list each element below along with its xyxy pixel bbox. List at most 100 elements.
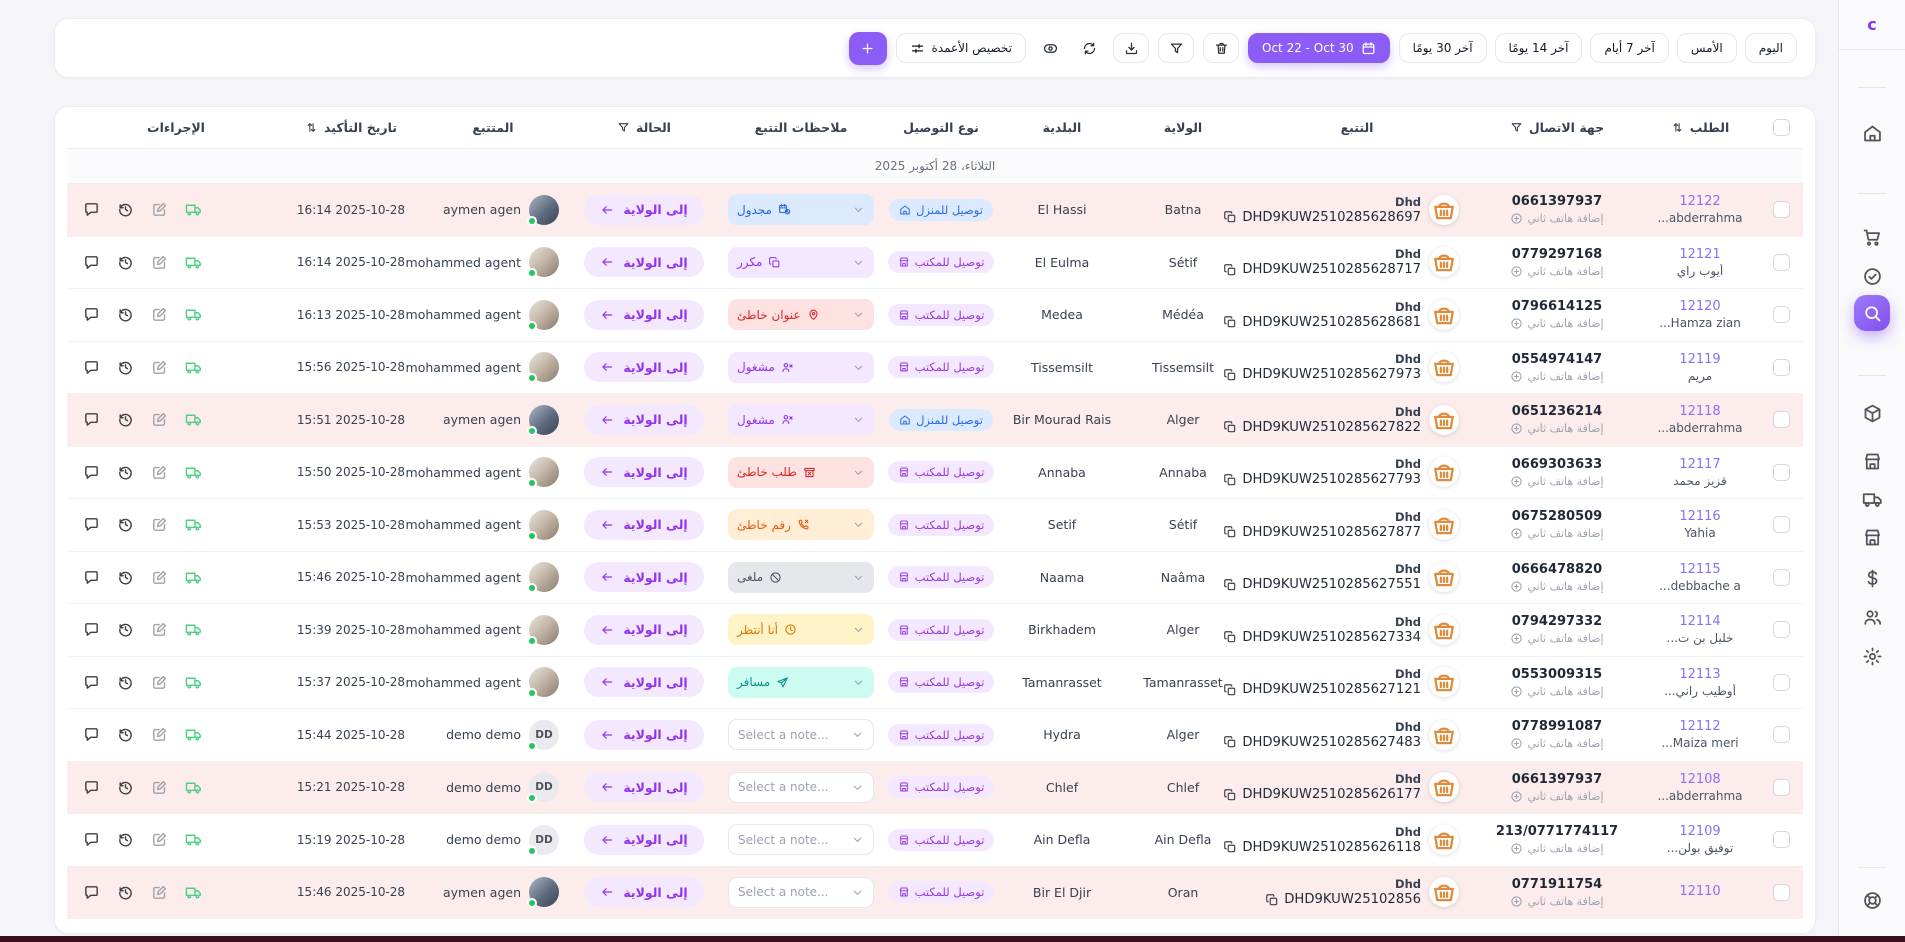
edit-action-icon[interactable] [151, 831, 168, 848]
history-action-icon[interactable] [117, 201, 134, 218]
note-dropdown[interactable]: رقم خاطئ [728, 509, 874, 540]
sidebar-item-check-circle[interactable] [1854, 258, 1890, 294]
sidebar-item-help[interactable] [1854, 882, 1890, 918]
status-badge[interactable]: إلى الولاية [584, 352, 703, 382]
chat-action-icon[interactable] [83, 621, 100, 638]
ship-action-icon[interactable] [185, 201, 202, 218]
edit-action-icon[interactable] [151, 359, 168, 376]
ship-action-icon[interactable] [185, 411, 202, 428]
view-button[interactable] [1035, 33, 1065, 63]
order-id-link[interactable]: 12113 [1679, 667, 1720, 682]
column-header-contact[interactable]: جهة الاتصال [1473, 120, 1641, 135]
row-checkbox[interactable] [1773, 201, 1790, 218]
chat-action-icon[interactable] [83, 359, 100, 376]
order-id-link[interactable]: 12108 [1679, 772, 1720, 787]
column-header-actions[interactable]: الإجراءات [67, 120, 285, 135]
ship-action-icon[interactable] [185, 884, 202, 901]
order-id-link[interactable]: 12122 [1679, 194, 1720, 209]
column-header-agent[interactable]: المتتبع [417, 120, 569, 135]
chat-action-icon[interactable] [83, 831, 100, 848]
edit-action-icon[interactable] [151, 726, 168, 743]
note-dropdown[interactable]: مشغول [728, 404, 874, 435]
sidebar-item-search[interactable] [1854, 295, 1890, 331]
order-id-link[interactable]: 12117 [1679, 457, 1720, 472]
chat-action-icon[interactable] [83, 201, 100, 218]
row-checkbox[interactable] [1773, 464, 1790, 481]
sidebar-item-home[interactable] [1854, 115, 1890, 151]
column-header-delivery[interactable]: نوع التوصيل [883, 120, 999, 135]
sidebar-item-settings[interactable] [1854, 638, 1890, 674]
status-badge[interactable]: إلى الولاية [584, 720, 703, 750]
note-dropdown[interactable]: أنا أنتظر [728, 614, 874, 645]
note-dropdown[interactable]: Select a note... [728, 772, 874, 803]
note-dropdown[interactable]: ملغى [728, 562, 874, 593]
chat-action-icon[interactable] [83, 884, 100, 901]
row-checkbox[interactable] [1773, 621, 1790, 638]
quick-range-1[interactable]: الأمس [1677, 33, 1737, 63]
ship-action-icon[interactable] [185, 359, 202, 376]
history-action-icon[interactable] [117, 621, 134, 638]
note-dropdown[interactable]: طلب خاطئ [728, 457, 874, 488]
order-id-link[interactable]: 12114 [1679, 614, 1720, 629]
order-id-link[interactable]: 12119 [1679, 352, 1720, 367]
status-badge[interactable]: إلى الولاية [584, 877, 703, 907]
note-dropdown[interactable]: Select a note... [728, 877, 874, 908]
edit-action-icon[interactable] [151, 621, 168, 638]
history-action-icon[interactable] [117, 464, 134, 481]
quick-range-3[interactable]: آخر 14 يومًا [1495, 33, 1583, 63]
chat-action-icon[interactable] [83, 516, 100, 533]
sidebar-item-store[interactable] [1854, 443, 1890, 479]
add-second-phone-button[interactable]: إضافة هاتف ثاني [1510, 422, 1603, 435]
column-header-notes[interactable]: ملاحظات التتبع [719, 120, 883, 135]
add-second-phone-button[interactable]: إضافة هاتف ثاني [1510, 370, 1603, 383]
chat-action-icon[interactable] [83, 726, 100, 743]
copy-icon[interactable] [1265, 893, 1279, 907]
history-action-icon[interactable] [117, 359, 134, 376]
add-second-phone-button[interactable]: إضافة هاتف ثاني [1510, 317, 1603, 330]
edit-action-icon[interactable] [151, 306, 168, 323]
order-id-link[interactable]: 12121 [1679, 247, 1720, 262]
edit-action-icon[interactable] [151, 201, 168, 218]
status-badge[interactable]: إلى الولاية [584, 457, 703, 487]
delete-button[interactable] [1203, 33, 1239, 63]
history-action-icon[interactable] [117, 831, 134, 848]
column-header-commune[interactable]: البلدية [999, 120, 1125, 135]
ship-action-icon[interactable] [185, 674, 202, 691]
ship-action-icon[interactable] [185, 831, 202, 848]
quick-range-4[interactable]: آخر 30 يومًا [1399, 33, 1487, 63]
add-second-phone-button[interactable]: إضافة هاتف ثاني [1510, 842, 1603, 855]
ship-action-icon[interactable] [185, 306, 202, 323]
chat-action-icon[interactable] [83, 569, 100, 586]
status-badge[interactable]: إلى الولاية [584, 615, 703, 645]
sidebar-item-users[interactable] [1854, 599, 1890, 635]
status-badge[interactable]: إلى الولاية [584, 825, 703, 855]
row-checkbox[interactable] [1773, 726, 1790, 743]
note-dropdown[interactable]: مسافر [728, 667, 874, 698]
add-second-phone-button[interactable]: إضافة هاتف ثاني [1510, 790, 1603, 803]
order-id-link[interactable]: 12112 [1679, 719, 1720, 734]
sidebar-item-dollar[interactable] [1854, 560, 1890, 596]
customize-columns-button[interactable]: تخصيص الأعمدة [896, 33, 1027, 63]
edit-action-icon[interactable] [151, 569, 168, 586]
note-dropdown[interactable]: مجدول [728, 194, 874, 225]
sidebar-item-store-2[interactable] [1854, 519, 1890, 555]
column-header-status[interactable]: الحالة [569, 120, 719, 135]
ship-action-icon[interactable] [185, 254, 202, 271]
ship-action-icon[interactable] [185, 464, 202, 481]
add-second-phone-button[interactable]: إضافة هاتف ثاني [1510, 737, 1603, 750]
column-header-order[interactable]: الطلب [1641, 120, 1759, 135]
ship-action-icon[interactable] [185, 621, 202, 638]
sidebar-item-truck[interactable] [1854, 481, 1890, 517]
chat-action-icon[interactable] [83, 779, 100, 796]
history-action-icon[interactable] [117, 779, 134, 796]
history-action-icon[interactable] [117, 884, 134, 901]
chat-action-icon[interactable] [83, 254, 100, 271]
status-badge[interactable]: إلى الولاية [584, 405, 703, 435]
column-header-tracking[interactable]: التتبع [1241, 120, 1473, 135]
status-badge[interactable]: إلى الولاية [584, 667, 703, 697]
note-dropdown[interactable]: عنوان خاطئ [728, 299, 874, 330]
status-badge[interactable]: إلى الولاية [584, 562, 703, 592]
row-checkbox[interactable] [1773, 359, 1790, 376]
sidebar-item-package[interactable] [1854, 395, 1890, 431]
column-header-date[interactable]: تاريخ التأكيد [285, 120, 417, 135]
